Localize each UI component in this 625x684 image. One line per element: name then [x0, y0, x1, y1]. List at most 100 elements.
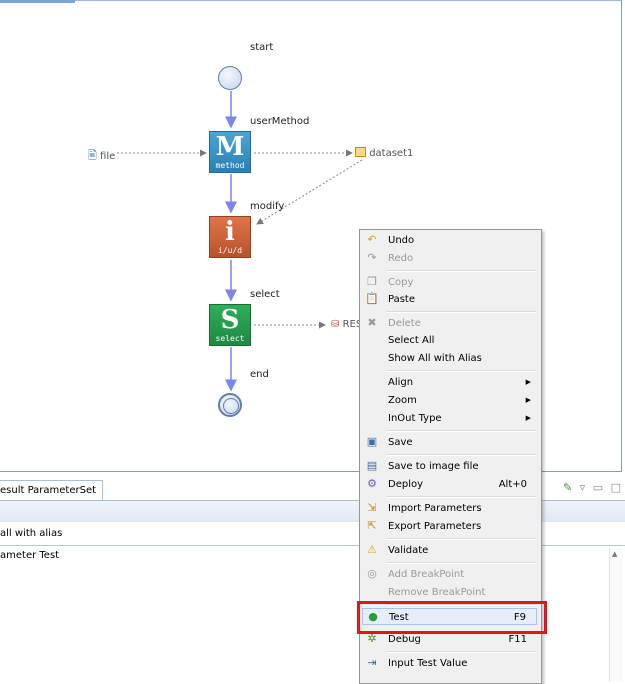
menu-item-delete[interactable]: ✖ Delete	[360, 315, 539, 332]
view-toolbar: ✎ ▿ ▭ □	[559, 481, 621, 494]
warning-icon: ⚠	[367, 543, 377, 556]
menu-separator	[386, 562, 536, 564]
end-node[interactable]	[218, 393, 242, 417]
usermethod-label: userMethod	[250, 116, 310, 127]
menu-separator	[386, 311, 536, 313]
dataset1-label: dataset1	[369, 148, 414, 159]
menu-item-label: Save to image file	[388, 461, 479, 472]
redo-icon: ↷	[367, 251, 377, 264]
menu-item-label: Input Test Value	[388, 658, 468, 669]
dataset1-node[interactable]: dataset1	[355, 147, 413, 159]
menu-separator	[386, 370, 536, 372]
export-icon: ⇱	[367, 519, 377, 532]
table-icon	[355, 147, 366, 157]
method-node-letter: M	[215, 132, 245, 162]
menu-item-validate[interactable]: ⚠ Validate	[360, 542, 539, 559]
menu-item-label: Align	[388, 377, 414, 388]
res-node[interactable]: ⛁ RES	[331, 319, 362, 330]
menu-separator	[386, 651, 536, 653]
select-node[interactable]: S select	[209, 304, 251, 346]
debug-icon: ✲	[367, 632, 377, 645]
select-node-caption: select	[215, 334, 245, 343]
connector-dataset-iud	[256, 159, 363, 225]
menu-item-align[interactable]: Align ▶	[360, 374, 539, 391]
menu-item-label: Export Parameters	[388, 521, 482, 532]
menu-item-save[interactable]: ▣ Save	[360, 434, 539, 451]
row2-text: ameter Test	[0, 550, 60, 561]
menu-item-label: Paste	[388, 294, 415, 305]
menu-item-label: Save	[388, 437, 413, 448]
menu-item-label: Remove BreakPoint	[388, 587, 486, 598]
iud-node[interactable]: i i/u/d	[209, 216, 251, 258]
new-view-icon[interactable]: ✎	[563, 481, 572, 494]
breakpoint-icon: ◎	[367, 567, 377, 580]
file-icon: 🖹	[88, 149, 97, 162]
menu-item-label: Delete	[388, 318, 421, 329]
menu-item-inout-type[interactable]: InOut Type ▶	[360, 410, 539, 427]
menu-item-label: Select All	[388, 335, 435, 346]
menu-item-label: Deploy	[388, 479, 424, 490]
menu-item-zoom[interactable]: Zoom ▶	[360, 392, 539, 409]
menu-item-import-parameters[interactable]: ⇲ Import Parameters	[360, 500, 539, 517]
menu-separator	[386, 454, 536, 456]
minimize-icon[interactable]: ▭	[593, 481, 603, 494]
file-label: file	[100, 151, 116, 162]
view-menu-icon[interactable]: ▿	[580, 481, 586, 494]
input-value-icon: ⇥	[367, 656, 377, 669]
modify-label: modify	[250, 201, 285, 212]
menu-item-label: Import Parameters	[388, 503, 482, 514]
submenu-arrow-icon: ▶	[525, 414, 531, 422]
highlight-box	[357, 601, 547, 634]
submenu-arrow-icon: ▶	[525, 396, 531, 404]
menu-item-label: Copy	[388, 277, 414, 288]
menu-item-save-image[interactable]: ▤ Save to image file	[360, 458, 539, 475]
save-icon: ▣	[366, 435, 378, 448]
shortcut-label: Alt+0	[498, 479, 527, 490]
iud-node-letter: i	[225, 217, 235, 247]
menu-item-label: Zoom	[388, 395, 417, 406]
select-node-letter: S	[220, 305, 240, 335]
menu-item-export-parameters[interactable]: ⇱ Export Parameters	[360, 518, 539, 535]
vertical-scrollbar[interactable]: ▲	[609, 548, 623, 682]
start-label: start	[250, 42, 274, 53]
menu-item-undo[interactable]: ↶ Undo	[360, 232, 539, 249]
row1-text: all with alias	[0, 528, 63, 539]
maximize-icon[interactable]: □	[611, 481, 621, 494]
start-node[interactable]	[218, 66, 242, 90]
menu-item-input-test-value[interactable]: ⇥ Input Test Value	[360, 655, 539, 672]
scroll-up-icon[interactable]: ▲	[612, 550, 617, 558]
menu-item-add-breakpoint[interactable]: ◎ Add BreakPoint	[360, 566, 539, 583]
delete-icon: ✖	[367, 316, 377, 329]
paste-icon: 📋	[365, 292, 379, 305]
result-icon: ⛁	[331, 319, 340, 330]
save-image-icon: ▤	[366, 459, 378, 472]
menu-item-label: Add BreakPoint	[388, 569, 465, 580]
menu-item-paste[interactable]: 📋 Paste	[360, 291, 539, 308]
menu-item-copy[interactable]: ❐ Copy	[360, 274, 539, 291]
menu-item-select-all[interactable]: Select All	[360, 332, 539, 349]
iud-node-caption: i/u/d	[217, 246, 243, 255]
submenu-arrow-icon: ▶	[525, 378, 531, 386]
menu-separator	[386, 430, 536, 432]
menu-item-label: Validate	[388, 545, 429, 556]
undo-icon: ↶	[367, 233, 377, 246]
file-node[interactable]: 🖹 file	[88, 147, 115, 166]
menu-separator	[386, 538, 536, 540]
menu-item-redo[interactable]: ↷ Redo	[360, 250, 539, 267]
end-label: end	[250, 369, 269, 380]
menu-item-remove-breakpoint[interactable]: Remove BreakPoint	[360, 584, 539, 601]
method-node[interactable]: M method	[209, 131, 251, 173]
method-node-caption: method	[215, 161, 245, 170]
menu-item-show-all-alias[interactable]: Show All with Alias	[360, 350, 539, 367]
menu-item-label: InOut Type	[388, 413, 442, 424]
copy-icon: ❐	[367, 275, 377, 288]
menu-item-label: Show All with Alias	[388, 353, 482, 364]
tab-result-parameterset[interactable]: esult ParameterSet	[0, 480, 104, 500]
menu-item-label: Redo	[388, 253, 414, 264]
import-icon: ⇲	[367, 501, 377, 514]
menu-item-deploy[interactable]: ⚙ Deploy Alt+0	[360, 476, 539, 493]
menu-item-label: Undo	[388, 235, 415, 246]
menu-separator	[386, 496, 536, 498]
menu-separator	[386, 270, 536, 272]
select-label: select	[250, 289, 280, 300]
